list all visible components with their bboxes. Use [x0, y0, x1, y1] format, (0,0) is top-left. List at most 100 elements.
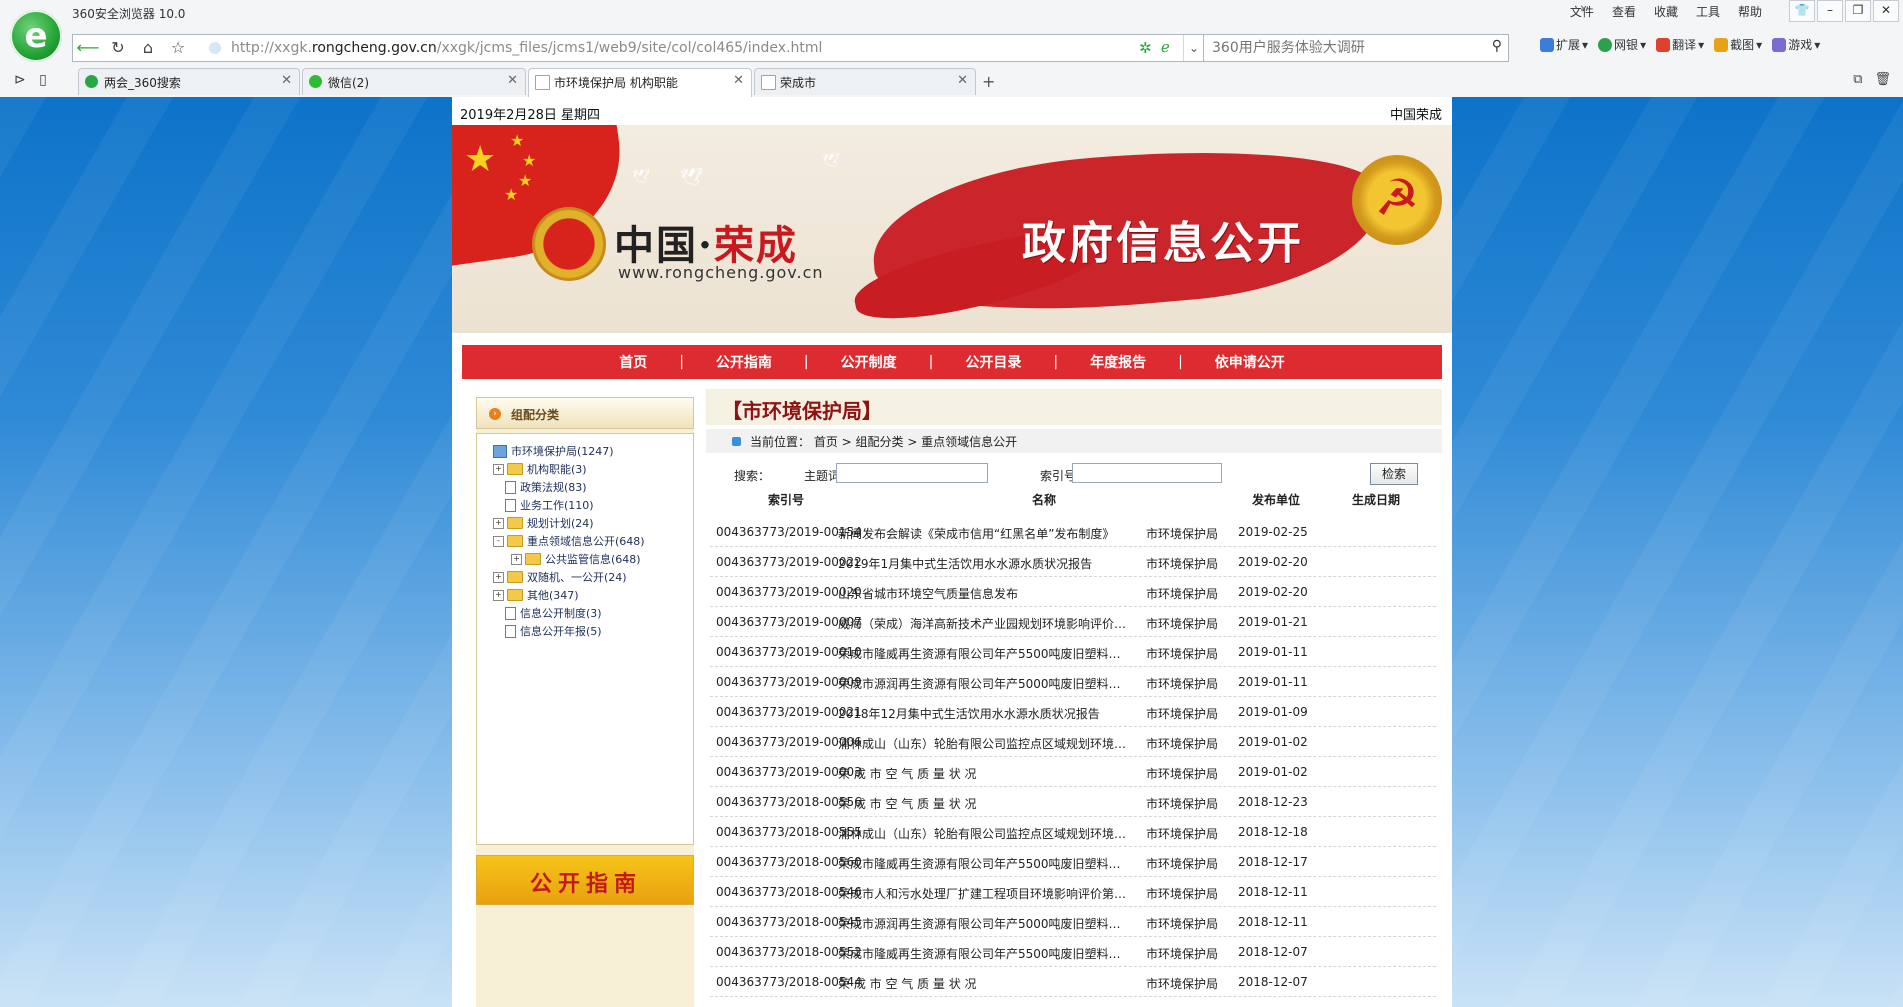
row-title-link[interactable]: 荣成市隆威再生资源有限公司年产5500吨废旧塑料再生颗粒... — [838, 945, 1130, 962]
star-icon: ★ — [464, 139, 497, 180]
ext-translate[interactable]: 翻译 ▾ — [1656, 36, 1704, 53]
search-icon[interactable]: ⚲ — [1492, 38, 1502, 54]
speed-mode-icon[interactable]: ✲ — [1139, 39, 1152, 57]
expand-icon[interactable]: + — [493, 463, 504, 475]
row-title-link[interactable]: 荣成市隆威再生资源有限公司年产5500吨废旧塑料再生颗粒... — [838, 645, 1130, 662]
row-title-link[interactable]: 浦林成山（山东）轮胎有限公司监控点区域规划环境影响评价审... — [838, 735, 1130, 752]
ie-mode-icon[interactable]: ℯ — [1161, 38, 1170, 56]
nav-home[interactable]: 首页 — [613, 352, 653, 372]
browser-logo-icon[interactable]: e — [10, 10, 62, 62]
topic-label: 主题词 — [804, 469, 841, 483]
back-icon[interactable]: ⟵ — [73, 35, 103, 61]
tab-env-bureau[interactable]: 市环境保护局 机构职能 ✕ — [528, 68, 752, 97]
row-title-link[interactable]: 荣 成 市 空 气 质 量 状 况 — [838, 795, 1130, 812]
close-tab-icon[interactable]: ✕ — [733, 73, 744, 88]
ext-games[interactable]: 游戏 ▾ — [1772, 36, 1820, 53]
menu-file[interactable]: 文件 — [1561, 1, 1603, 22]
row-title-link[interactable]: 荣 成 市 空 气 质 量 状 况 — [838, 975, 1130, 992]
sidebar-header: › 组配分类 — [476, 397, 694, 429]
tree-item[interactable]: 信息公开年报(5) — [493, 622, 602, 640]
expand-icon[interactable]: + — [511, 553, 522, 565]
tab-rongcheng[interactable]: 荣成市 ✕ — [754, 68, 976, 95]
collapse-icon[interactable]: - — [493, 535, 504, 547]
index-input[interactable] — [1072, 463, 1222, 483]
nav-system[interactable]: 公开制度 — [835, 352, 903, 372]
tree-item[interactable]: + 机构职能(3) — [493, 460, 587, 478]
ext-extend[interactable]: 扩展 ▾ — [1540, 36, 1588, 53]
row-title-link[interactable]: 威海（荣成）海洋高新技术产业园规划环境影响评价公示 — [838, 615, 1130, 632]
menu-help[interactable]: 帮助 — [1729, 1, 1771, 22]
maximize-icon[interactable]: ❐ — [1845, 0, 1871, 22]
row-title-link[interactable]: 荣成市源润再生资源有限公司年产5000吨废旧塑料再生颗粒... — [838, 675, 1130, 692]
row-title-link[interactable]: 浦林成山（山东）轮胎有限公司监控点区域规划环境影响评价第... — [838, 825, 1130, 842]
tree-item[interactable]: + 其他(347) — [493, 586, 579, 604]
tree-item[interactable]: + 双随机、一公开(24) — [493, 568, 627, 586]
tree-item-label: 信息公开年报(5) — [520, 625, 602, 638]
search-button[interactable]: 检索 — [1370, 463, 1418, 485]
main-nav: 首页 | 公开指南 | 公开制度 | 公开目录 | 年度报告 | 依申请公开 — [462, 345, 1442, 379]
nav-guide[interactable]: 公开指南 — [710, 352, 778, 372]
address-dropdown-icon[interactable]: ⌄ — [1183, 35, 1204, 61]
close-window-icon[interactable]: ✕ — [1873, 0, 1899, 22]
undo-close-icon[interactable]: 🗑 — [1874, 72, 1891, 87]
new-tab-icon[interactable]: + — [982, 72, 995, 91]
row-date: 2019-02-20 — [1238, 555, 1308, 569]
close-tab-icon[interactable]: ✕ — [507, 73, 518, 88]
close-tab-icon[interactable]: ✕ — [281, 73, 292, 88]
nav-apply[interactable]: 依申请公开 — [1209, 352, 1291, 372]
minimize-icon[interactable]: – — [1817, 0, 1843, 22]
bookmark-star-icon[interactable]: ☆ — [163, 35, 193, 61]
tree-item[interactable]: - 重点领域信息公开(648) — [493, 532, 645, 550]
expand-icon[interactable]: + — [493, 571, 504, 583]
current-date: 2019年2月28日 星期四 — [460, 108, 601, 123]
tab-list-icon[interactable]: ⧉ — [1853, 72, 1862, 87]
tree-item[interactable]: 信息公开制度(3) — [493, 604, 602, 622]
expand-icon[interactable]: + — [493, 589, 504, 601]
site-name-link[interactable]: 中国荣成 — [1390, 104, 1442, 123]
guide-banner[interactable]: 公开指南 — [476, 855, 694, 905]
sidebar-toggle-icon[interactable]: ⊳ ▯ — [14, 72, 47, 88]
site-url: www.rongcheng.gov.cn — [618, 263, 824, 282]
window-controls: 👕 – ❐ ✕ — [1787, 0, 1899, 22]
row-unit: 市环境保护局 — [1146, 977, 1219, 991]
row-title-link[interactable]: 新闻发布会解读《荣成市信用“红黑名单”发布制度》 — [838, 525, 1130, 542]
table-row: 004363773/2019-00021 2018年12月集中式生活饮用水水源水质… — [710, 697, 1436, 727]
tree-item[interactable]: 政策法规(83) — [493, 478, 587, 496]
tab-360-search[interactable]: 两会_360搜索 ✕ — [78, 68, 300, 95]
row-title-link[interactable]: 2019年1月集中式生活饮用水水源水质状况报告 — [838, 555, 1130, 572]
location-icon — [732, 437, 741, 446]
site-info-icon[interactable] — [209, 42, 221, 54]
menu-favorites[interactable]: 收藏 — [1645, 1, 1687, 22]
file-icon — [505, 480, 516, 494]
tab-wechat[interactable]: 微信(2) ✕ — [302, 68, 526, 95]
nav-catalog[interactable]: 公开目录 — [959, 352, 1027, 372]
tree-item[interactable]: + 公共监管信息(648) — [511, 550, 641, 568]
home-icon[interactable]: ⌂ — [133, 35, 163, 61]
menu-tools[interactable]: 工具 — [1687, 1, 1729, 22]
breadcrumb[interactable]: 当前位置： 首页 > 组配分类 > 重点领域信息公开 — [750, 433, 1017, 450]
menu-view[interactable]: 查看 — [1603, 1, 1645, 22]
ext-bank[interactable]: 网银 ▾ — [1598, 36, 1646, 53]
ext-screenshot[interactable]: 截图 ▾ — [1714, 36, 1762, 53]
refresh-icon[interactable]: ↻ — [103, 35, 133, 61]
tree-item[interactable]: 业务工作(110) — [493, 496, 594, 514]
tree-item[interactable]: + 规划计划(24) — [493, 514, 594, 532]
skin-icon[interactable]: 👕 — [1789, 0, 1815, 22]
row-title-link[interactable]: 荣成市隆威再生资源有限公司年产5500吨废旧塑料再生颗粒... — [838, 855, 1130, 872]
row-title-link[interactable]: 荣成市源润再生资源有限公司年产5000吨废旧塑料再生颗粒... — [838, 915, 1130, 932]
row-date: 2019-01-11 — [1238, 675, 1308, 689]
row-title-link[interactable]: 荣 成 市 空 气 质 量 状 况 — [838, 765, 1130, 782]
search-input[interactable] — [1210, 37, 1474, 59]
close-tab-icon[interactable]: ✕ — [957, 73, 968, 88]
row-title-link[interactable]: 山东省城市环境空气质量信息发布 — [838, 585, 1130, 602]
row-date: 2019-02-20 — [1238, 585, 1308, 599]
tree-item-label: 重点领域信息公开(648) — [527, 535, 645, 548]
row-title-link[interactable]: 荣成市人和污水处理厂扩建工程项目环境影响评价第二次公示 — [838, 885, 1130, 902]
tree-item[interactable]: 市环境保护局(1247) — [493, 442, 614, 460]
topic-input[interactable] — [836, 463, 988, 483]
url-text[interactable]: http://xxgk.rongcheng.gov.cn/xxgk/jcms_f… — [231, 35, 822, 61]
file-icon — [505, 498, 516, 512]
expand-icon[interactable]: + — [493, 517, 504, 529]
row-title-link[interactable]: 2018年12月集中式生活饮用水水源水质状况报告 — [838, 705, 1130, 722]
nav-annual-report[interactable]: 年度报告 — [1084, 352, 1152, 372]
